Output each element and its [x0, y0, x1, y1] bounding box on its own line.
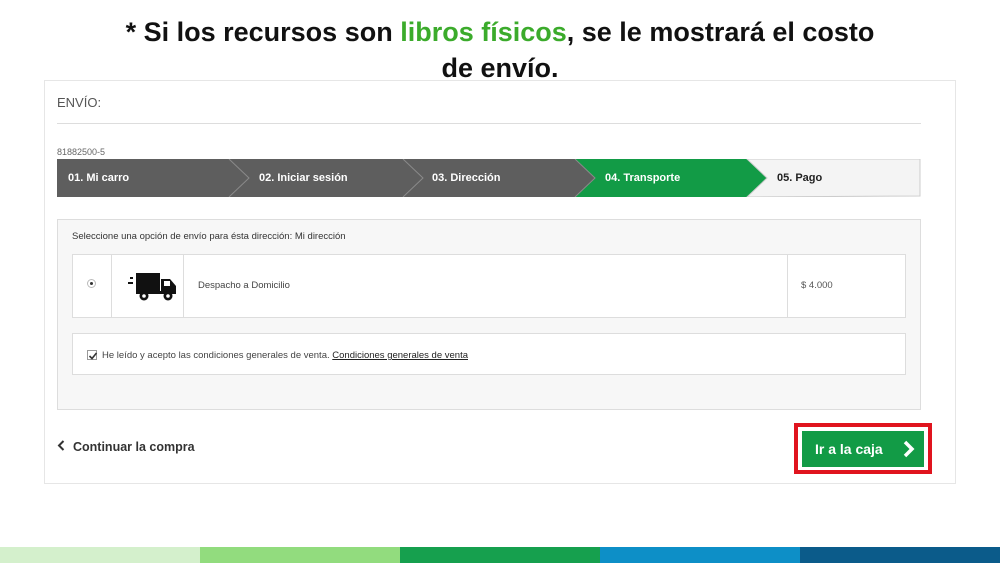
shipping-option-name: Despacho a Domicilio	[198, 280, 290, 291]
divider	[57, 123, 921, 124]
footer-segment-3	[400, 547, 600, 563]
footer-segment-4	[600, 547, 800, 563]
checkout-button[interactable]: Ir a la caja	[802, 431, 924, 467]
shipping-options-box: Seleccione una opción de envío para ésta…	[57, 219, 921, 410]
cell-divider	[111, 255, 112, 317]
cell-divider	[787, 255, 788, 317]
order-id: 81882500-5	[57, 147, 106, 157]
step-direccion[interactable]: 03. Dirección	[432, 159, 500, 197]
terms-link[interactable]: Condiciones generales de venta	[332, 350, 468, 361]
checkout-steps: 01. Mi carro 02. Iniciar sesión 03. Dire…	[57, 159, 921, 197]
footer-segment-1	[0, 547, 200, 563]
checkmark-icon	[88, 352, 98, 360]
shipping-prompt: Seleccione una opción de envío para ésta…	[72, 231, 346, 242]
slide-headline: * Si los recursos son libros físicos, se…	[0, 14, 1000, 86]
terms-text: He leído y acepto las condiciones genera…	[102, 350, 468, 361]
headline-highlight: libros físicos	[400, 17, 567, 47]
headline-text-2: , se le mostrará el costo	[566, 17, 875, 47]
shipping-panel: ENVÍO: 81882500-5 01. Mi carro 02. Inici…	[44, 80, 956, 484]
footer-segment-2	[200, 547, 400, 563]
step-shape-5	[746, 159, 921, 197]
chevron-left-icon	[57, 440, 65, 451]
step-transporte[interactable]: 04. Transporte	[605, 159, 680, 197]
checkout-button-label: Ir a la caja	[815, 441, 883, 457]
step-iniciar-sesion[interactable]: 02. Iniciar sesión	[259, 159, 348, 197]
shipping-option-row[interactable]: Despacho a Domicilio $ 4.000	[72, 254, 906, 318]
cell-divider	[183, 255, 184, 317]
headline-text-1: * Si los recursos son	[125, 17, 401, 47]
panel-title: ENVÍO:	[57, 95, 102, 110]
continue-shopping-link[interactable]: Continuar la compra	[57, 440, 195, 454]
truck-icon	[128, 273, 176, 301]
headline-line-1: * Si los recursos son libros físicos, se…	[0, 14, 1000, 50]
terms-label: He leído y acepto las condiciones genera…	[102, 350, 330, 361]
terms-checkbox[interactable]	[87, 350, 98, 360]
chevron-right-icon	[903, 440, 915, 458]
footer-segment-5	[800, 547, 1000, 563]
step-pago: 05. Pago	[777, 172, 823, 184]
footer-color-band	[0, 547, 1000, 563]
shipping-option-radio[interactable]	[87, 279, 96, 288]
continue-shopping-label: Continuar la compra	[73, 440, 195, 454]
terms-row: He leído y acepto las condiciones genera…	[72, 333, 906, 375]
shipping-option-price: $ 4.000	[801, 280, 833, 291]
step-mi-carro[interactable]: 01. Mi carro	[68, 159, 129, 197]
